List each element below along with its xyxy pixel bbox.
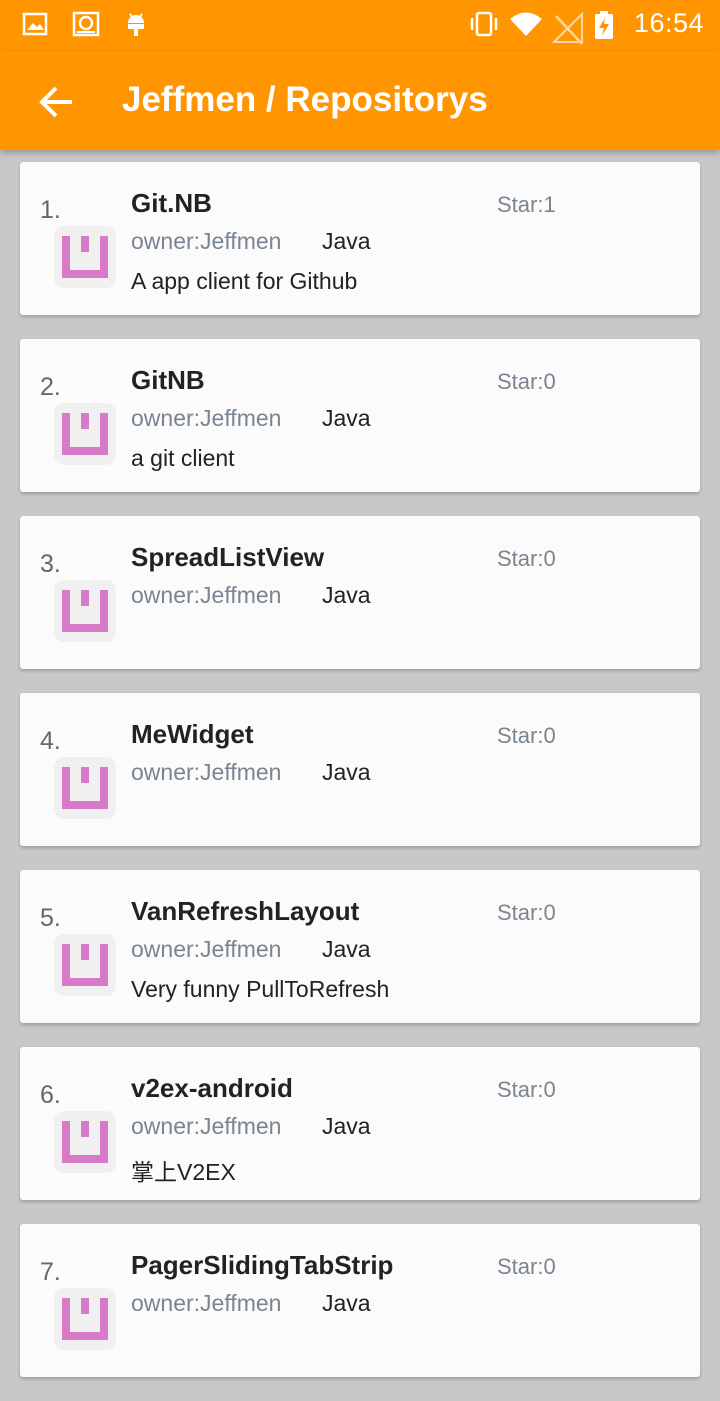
repo-owner: owner:Jeffmen	[131, 759, 282, 785]
sync-icon	[72, 10, 100, 38]
repo-description: A app client for Github	[131, 268, 358, 294]
repo-name: VanRefreshLayout	[131, 896, 360, 926]
repo-card[interactable]: 4. MeWidget owner:Jeffmen Java Star:0	[20, 693, 700, 846]
avatar	[54, 1288, 116, 1350]
repo-card[interactable]: 1. Git.NB owner:Jeffmen Java A app clien…	[20, 162, 700, 315]
repo-description: Very funny PullToRefresh	[131, 976, 390, 1002]
repo-stars: Star:1	[497, 192, 556, 217]
repo-owner: owner:Jeffmen	[131, 405, 282, 431]
repo-stars: Star:0	[497, 723, 556, 748]
repo-stars: Star:0	[497, 1254, 556, 1279]
repo-card[interactable]: 5. VanRefreshLayout owner:Jeffmen Java V…	[20, 870, 700, 1023]
repo-owner: owner:Jeffmen	[131, 228, 282, 254]
repo-index: 1.	[40, 196, 61, 224]
repo-language: Java	[322, 759, 371, 785]
vibrate-icon	[466, 10, 498, 38]
repo-stars: Star:0	[497, 1077, 556, 1102]
image-icon	[22, 10, 50, 38]
repo-language: Java	[322, 228, 371, 254]
repo-owner: owner:Jeffmen	[131, 936, 282, 962]
avatar	[54, 403, 116, 465]
arrow-back-icon	[39, 86, 72, 118]
status-bar: 16:54	[0, 0, 720, 52]
repo-name: GitNB	[131, 365, 205, 395]
repo-name: PagerSlidingTabStrip	[131, 1250, 394, 1280]
repo-owner: owner:Jeffmen	[131, 582, 282, 608]
avatar	[54, 226, 116, 288]
repo-language: Java	[322, 1113, 371, 1139]
repo-index: 2.	[40, 373, 61, 401]
repo-card[interactable]: 6. v2ex-android owner:Jeffmen Java 掌上V2E…	[20, 1047, 700, 1200]
app-bar: Jeffmen / Repositorys	[0, 52, 720, 150]
avatar	[54, 757, 116, 819]
clock: 16:54	[633, 8, 704, 38]
repo-owner: owner:Jeffmen	[131, 1290, 282, 1316]
repo-name: Git.NB	[131, 188, 212, 218]
repo-index: 7.	[40, 1258, 61, 1286]
repo-description: 掌上V2EX	[131, 1159, 236, 1185]
no-signal-icon	[550, 10, 583, 45]
repo-card[interactable]: 3. SpreadListView owner:Jeffmen Java Sta…	[20, 516, 700, 669]
repo-stars: Star:0	[497, 546, 556, 571]
battery-charging-icon	[592, 10, 620, 39]
repo-card[interactable]: 2. GitNB owner:Jeffmen Java a git client…	[20, 339, 700, 492]
avatar	[54, 1111, 116, 1173]
repo-index: 5.	[40, 904, 61, 932]
android-icon	[122, 10, 150, 38]
repo-language: Java	[322, 1290, 371, 1316]
page-title: Jeffmen / Repositorys	[122, 80, 488, 119]
repo-index: 6.	[40, 1081, 61, 1109]
wifi-icon	[508, 10, 542, 38]
avatar	[54, 580, 116, 642]
repository-list[interactable]: 1. Git.NB owner:Jeffmen Java A app clien…	[20, 162, 700, 1401]
repo-stars: Star:0	[497, 900, 556, 925]
repo-owner: owner:Jeffmen	[131, 1113, 282, 1139]
repo-name: SpreadListView	[131, 542, 325, 572]
repo-index: 3.	[40, 550, 61, 578]
repo-card[interactable]: 7. PagerSlidingTabStrip owner:Jeffmen Ja…	[20, 1224, 700, 1377]
repo-description: a git client	[131, 445, 235, 471]
repo-name: MeWidget	[131, 719, 254, 749]
back-button[interactable]	[28, 74, 84, 130]
avatar	[54, 934, 116, 996]
repo-language: Java	[322, 582, 371, 608]
repo-index: 4.	[40, 727, 61, 755]
repo-name: v2ex-android	[131, 1073, 293, 1103]
repo-stars: Star:0	[497, 369, 556, 394]
repo-language: Java	[322, 936, 371, 962]
repo-language: Java	[322, 405, 371, 431]
